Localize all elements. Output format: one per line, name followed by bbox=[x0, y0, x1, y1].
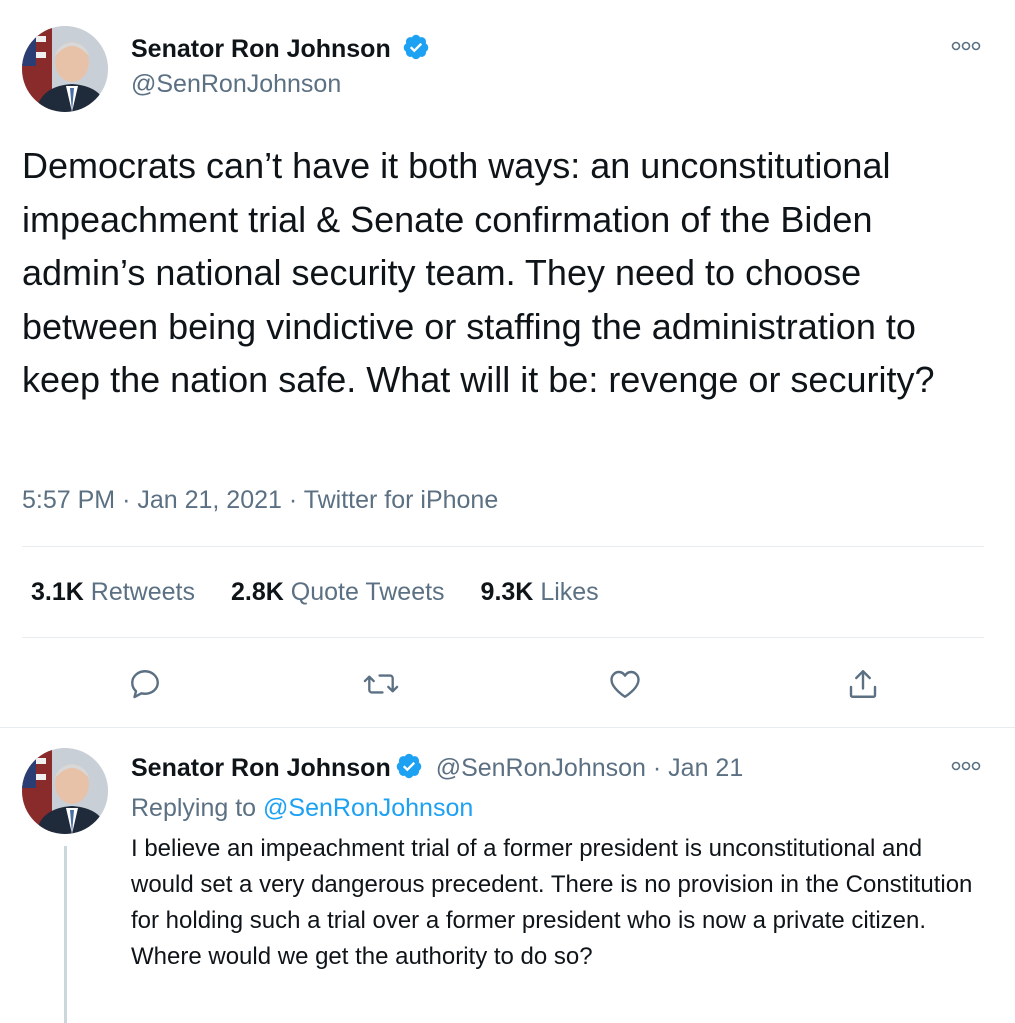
tweet-source[interactable]: Twitter for iPhone bbox=[304, 486, 499, 514]
reply-text: I believe an impeachment trial of a form… bbox=[131, 835, 973, 970]
replying-to-label: Replying to bbox=[131, 794, 257, 822]
reply-author-name[interactable]: Senator Ron Johnson bbox=[131, 754, 391, 782]
divider bbox=[0, 727, 1015, 728]
share-icon[interactable] bbox=[839, 660, 887, 708]
verified-badge-icon bbox=[395, 752, 423, 787]
verified-badge-icon bbox=[402, 33, 430, 68]
retweets-count: 3.1K bbox=[31, 578, 84, 606]
divider bbox=[22, 637, 984, 638]
divider bbox=[22, 546, 984, 547]
reply-date[interactable]: Jan 21 bbox=[668, 754, 743, 782]
author-name-text: Senator Ron Johnson bbox=[131, 35, 391, 63]
tweet-stats: 3.1K Retweets 2.8K Quote Tweets 9.3K Lik… bbox=[31, 578, 635, 607]
thread-line bbox=[64, 846, 67, 1023]
reply-author-handle[interactable]: @SenRonJohnson bbox=[436, 754, 646, 782]
quote-tweets-count: 2.8K bbox=[230, 578, 284, 606]
meta-separator: · bbox=[652, 754, 662, 782]
tweet-text: Democrats can’t have it both ways: an un… bbox=[22, 145, 935, 400]
more-options-icon[interactable] bbox=[948, 36, 984, 56]
meta-separator: · bbox=[288, 486, 298, 514]
replying-to: Replying to @SenRonJohnson bbox=[131, 794, 473, 823]
reply-more-options-icon[interactable] bbox=[948, 756, 984, 776]
replying-to-link[interactable]: @SenRonJohnson bbox=[263, 794, 473, 822]
retweet-icon[interactable] bbox=[357, 660, 405, 708]
retweets-stat[interactable]: 3.1K Retweets bbox=[31, 578, 195, 607]
like-icon[interactable] bbox=[601, 660, 649, 708]
likes-label: Likes bbox=[540, 578, 599, 606]
meta-separator: · bbox=[122, 486, 131, 514]
avatar[interactable] bbox=[22, 26, 108, 112]
tweet-meta: 5:57 PM · Jan 21, 2021 · Twitter for iPh… bbox=[22, 486, 498, 515]
author-name[interactable]: Senator Ron Johnson bbox=[131, 33, 430, 68]
author-handle[interactable]: @SenRonJohnson bbox=[131, 70, 341, 99]
tweet-time[interactable]: 5:57 PM bbox=[22, 486, 115, 514]
likes-count: 9.3K bbox=[480, 578, 534, 606]
reply-icon[interactable] bbox=[121, 660, 169, 708]
quote-tweets-label: Quote Tweets bbox=[290, 578, 445, 606]
reply-header: Senator Ron Johnson @SenRonJohnson · Jan… bbox=[131, 752, 743, 787]
reply-avatar[interactable] bbox=[22, 748, 108, 834]
quote-tweets-stat[interactable]: 2.8K Quote Tweets bbox=[231, 578, 445, 607]
retweets-label: Retweets bbox=[90, 578, 195, 606]
likes-stat[interactable]: 9.3K Likes bbox=[481, 578, 599, 607]
tweet-date[interactable]: Jan 21, 2021 bbox=[137, 486, 282, 514]
